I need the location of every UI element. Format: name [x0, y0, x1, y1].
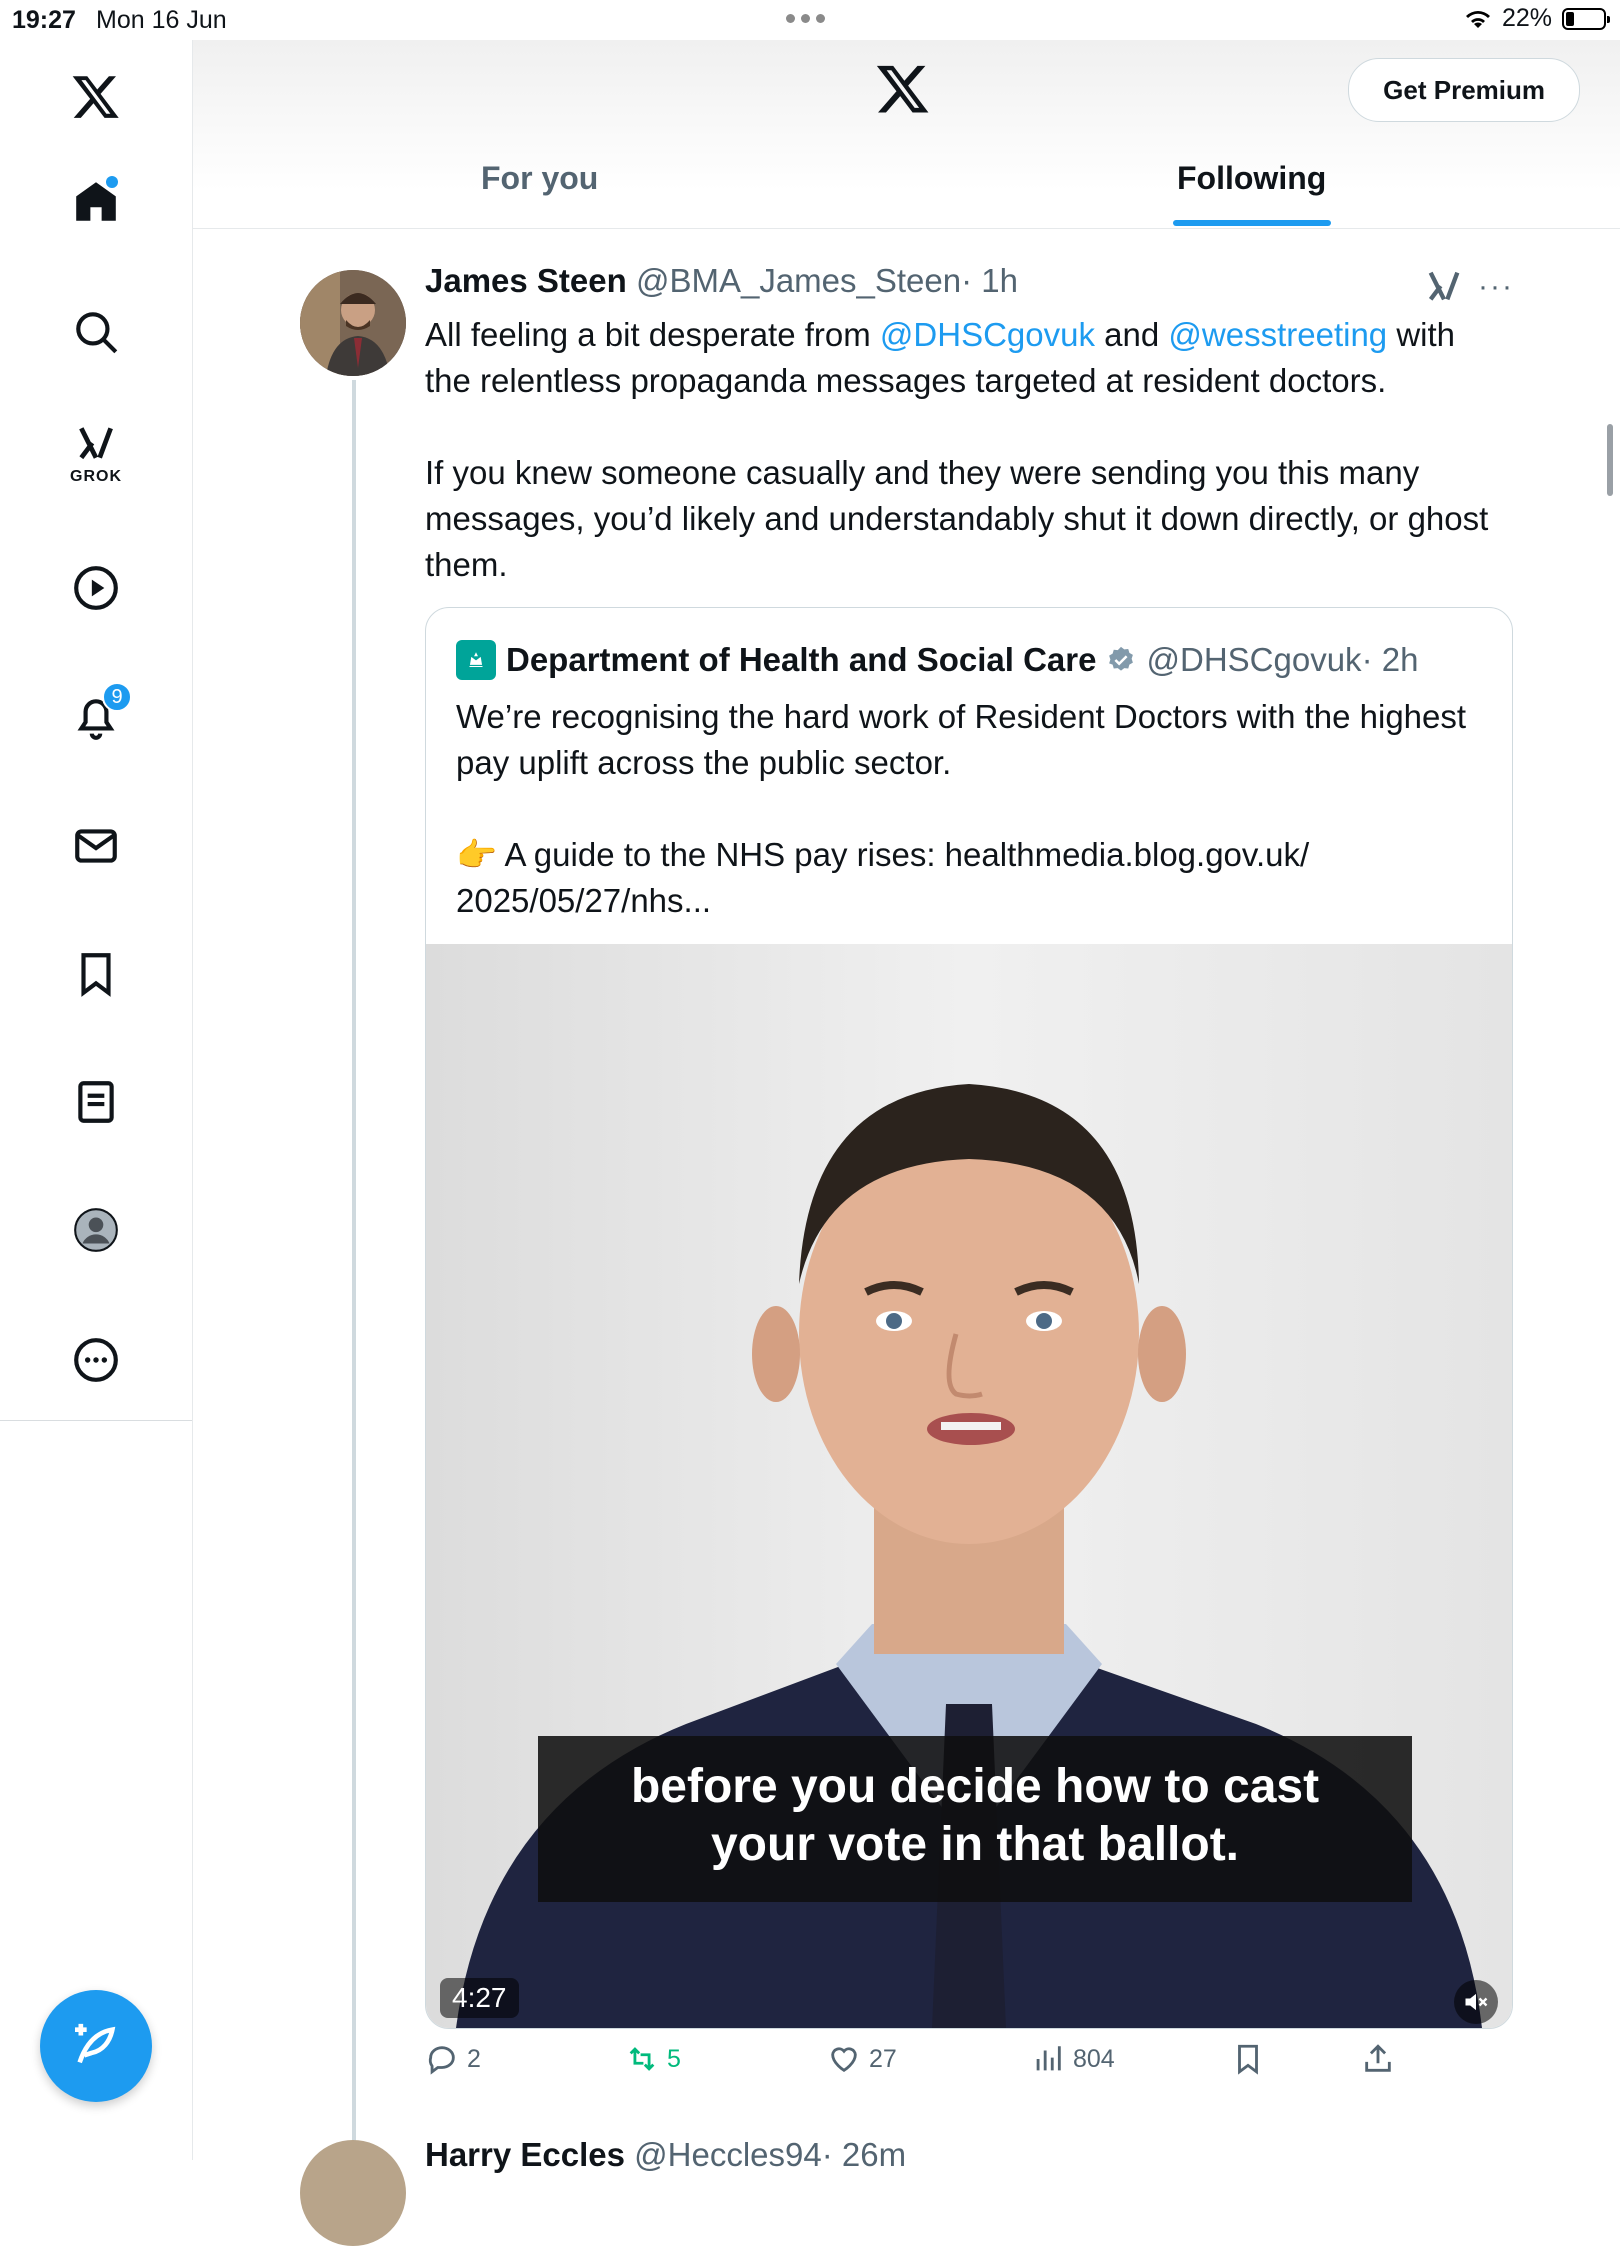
quoted-body: We’re recognising the hard work of Resid…	[456, 694, 1476, 970]
grok-explain-icon[interactable]	[1424, 266, 1464, 306]
quoted-author-name: Department of Health and Social Care	[506, 641, 1097, 678]
search-icon[interactable]	[66, 302, 126, 362]
next-tweet-header: Harry Eccles @Heccles94· 26m	[425, 2136, 906, 2174]
share-icon	[1365, 2044, 1391, 2072]
reply-button[interactable]: 2	[425, 2042, 481, 2076]
mention-link[interactable]: @wesstreeting	[1168, 316, 1387, 353]
author-name[interactable]: James Steen	[425, 262, 627, 299]
tweet-paragraph-1: All feeling a bit desperate from @DHSCgo…	[425, 312, 1505, 404]
status-date: Mon 16 Jun	[96, 6, 227, 34]
quoted-link-text: A guide to the NHS pay rises: healthmedi…	[456, 836, 1310, 919]
sidebar: GROK 9	[0, 40, 193, 2160]
x-logo-icon[interactable]	[66, 66, 126, 126]
tweet-time[interactable]: · 26m	[822, 2136, 906, 2173]
status-time: 19:27	[12, 6, 76, 34]
quoted-tweet[interactable]: Department of Health and Social Care @DH…	[425, 607, 1513, 2029]
timeline-header: Get Premium For you Following	[193, 40, 1620, 229]
tweet-time[interactable]: · 1h	[961, 262, 1018, 299]
avatar[interactable]	[300, 270, 406, 376]
quoted-author-handle: @DHSCgovuk	[1146, 641, 1362, 678]
tweet-body: All feeling a bit desperate from @DHSCgo…	[425, 312, 1505, 634]
multitasking-dots-icon[interactable]	[786, 14, 825, 23]
list-icon[interactable]	[66, 1072, 126, 1132]
status-indicators: 22%	[1464, 4, 1610, 33]
get-premium-button[interactable]: Get Premium	[1348, 58, 1580, 122]
repost-icon	[629, 2047, 655, 2071]
dhsc-logo-icon	[456, 640, 496, 680]
repost-count: 5	[667, 2044, 681, 2073]
reply-icon	[428, 2046, 455, 2075]
heart-icon	[831, 2047, 857, 2073]
compose-feather-icon	[75, 2023, 116, 2064]
quoted-paragraph-1: We’re recognising the hard work of Resid…	[456, 698, 1467, 781]
quoted-time: · 2h	[1361, 641, 1419, 678]
bookmark-button[interactable]	[1231, 2042, 1265, 2076]
speaker-muted-icon	[1465, 1993, 1488, 2011]
notifications-badge: 9	[102, 682, 132, 712]
mail-icon[interactable]	[66, 816, 126, 876]
quoted-header: Department of Health and Social Care @DH…	[456, 640, 1418, 680]
author-handle[interactable]: @Heccles94	[634, 2136, 822, 2173]
battery-icon	[1562, 7, 1610, 30]
home-unread-dot	[106, 176, 118, 188]
bookmark-icon[interactable]	[66, 944, 126, 1004]
scrollbar[interactable]	[1607, 424, 1613, 496]
author-name[interactable]: Harry Eccles	[425, 2136, 625, 2173]
play-icon[interactable]	[66, 558, 126, 618]
grok-icon[interactable]: GROK	[66, 420, 126, 485]
video-duration: 4:27	[440, 1978, 519, 2018]
bookmark-icon	[1238, 2044, 1258, 2075]
reply-count: 2	[467, 2044, 481, 2073]
caption-line-2: your vote in that ballot.	[710, 1818, 1240, 1871]
tweet-text-segment: All feeling a bit desperate from	[425, 316, 880, 353]
author-handle[interactable]: @BMA_James_Steen	[636, 262, 961, 299]
sidebar-divider	[0, 1420, 192, 1421]
pointing-hand-icon: 👉	[456, 836, 498, 873]
mention-link[interactable]: @DHSCgovuk	[880, 316, 1095, 353]
x-logo-icon	[876, 65, 929, 113]
share-button[interactable]	[1361, 2042, 1395, 2076]
like-count: 27	[869, 2044, 897, 2073]
view-count: 804	[1073, 2044, 1115, 2073]
more-icon[interactable]	[66, 1330, 126, 1390]
tab-following[interactable]: Following	[1177, 160, 1326, 197]
compose-post-button[interactable]	[40, 1990, 152, 2102]
grok-label: GROK	[70, 468, 122, 485]
caption-line-1: before you decide how to cast	[630, 1760, 1320, 1813]
active-tab-indicator	[1173, 220, 1331, 226]
wifi-icon	[1465, 10, 1490, 28]
tweet-actions: 2 5 27 804	[425, 2042, 1425, 2092]
avatar[interactable]	[300, 2140, 406, 2246]
like-button[interactable]: 27	[827, 2042, 897, 2076]
verified-badge-icon	[1109, 646, 1134, 671]
avatar-photo	[300, 270, 406, 376]
mute-toggle[interactable]	[1454, 1980, 1498, 2024]
more-options-icon[interactable]: ···	[1478, 270, 1514, 304]
views-button[interactable]: 804	[1031, 2042, 1115, 2076]
profile-icon[interactable]	[66, 1200, 126, 1260]
video-player[interactable]: before you decide how to cast your vote …	[426, 944, 1512, 2028]
home-icon[interactable]	[66, 172, 126, 232]
quoted-paragraph-2: 👉 A guide to the NHS pay rises: healthme…	[456, 832, 1476, 924]
tweet-header: James Steen @BMA_James_Steen· 1h	[425, 262, 1018, 300]
repost-button[interactable]: 5	[625, 2042, 681, 2076]
thread-line	[352, 380, 356, 2160]
bell-icon[interactable]: 9	[66, 682, 132, 748]
tab-for-you[interactable]: For you	[481, 160, 598, 197]
status-bar: 19:27 Mon 16 Jun 22%	[0, 0, 1620, 40]
views-chart-icon	[1036, 2046, 1061, 2071]
tweet-paragraph-2: If you knew someone casually and they we…	[425, 454, 1489, 583]
battery-percent: 22%	[1501, 4, 1552, 32]
tweet-text-segment: and	[1095, 316, 1169, 353]
video-caption: before you decide how to cast your vote …	[538, 1736, 1412, 1902]
